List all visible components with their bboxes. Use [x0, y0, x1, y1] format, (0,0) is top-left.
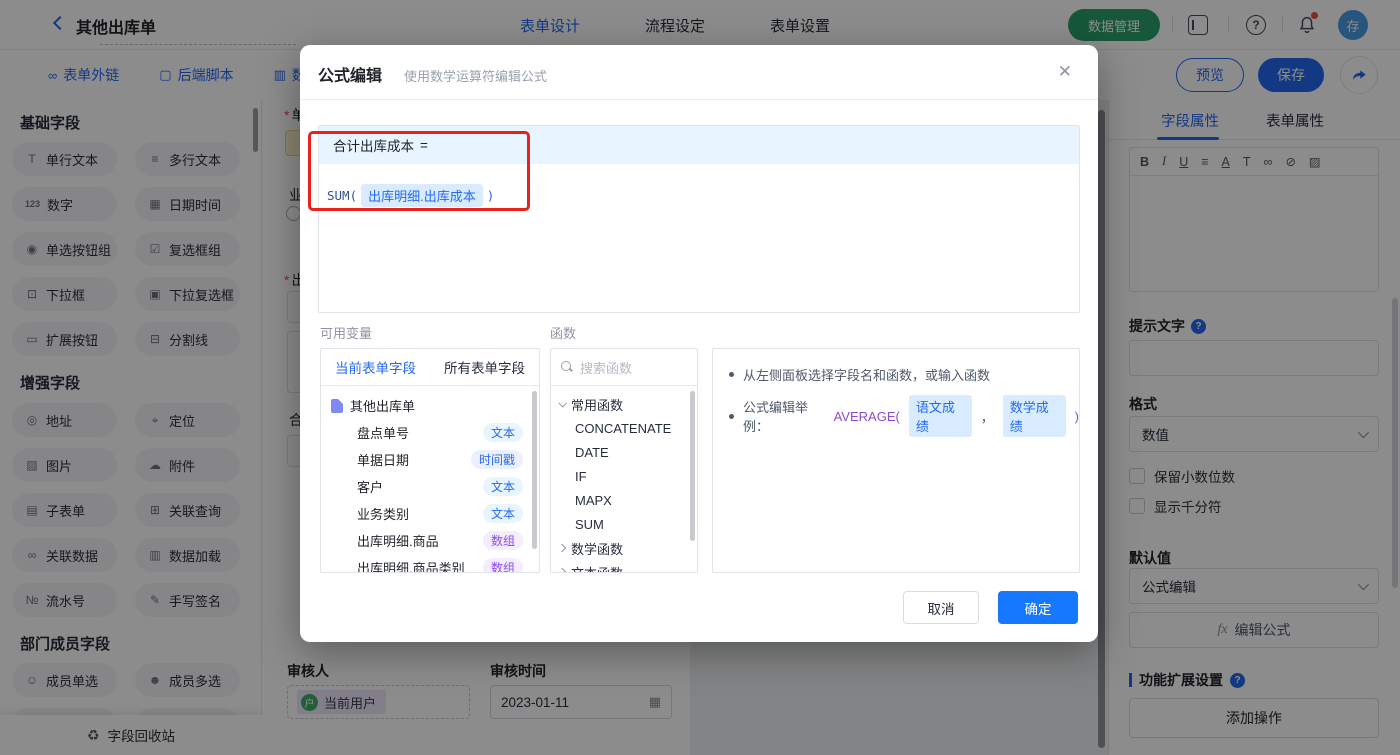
variables-scrollbar-thumb[interactable] [532, 391, 537, 549]
variable-row[interactable]: 客户 文本 [331, 473, 531, 500]
confirm-button[interactable]: 确定 [998, 591, 1078, 624]
field-chip[interactable]: 出库明细.出库成本 [361, 184, 483, 207]
modal-header: 公式编辑 使用数学运算符编辑公式 ✕ [300, 45, 1098, 100]
example-field-chip: 数学成绩 [1002, 395, 1066, 437]
formula-edit-modal: 公式编辑 使用数学运算符编辑公式 ✕ 合计出库成本 = SUM( 出库明细.出库… [300, 45, 1098, 642]
hints-panel: 从左侧面板选择字段名和函数，或输入函数 公式编辑举例： AVERAGE( 语文成… [712, 348, 1080, 573]
form-designer-app: 其他出库单 表单设计 流程设定 表单设置 数据管理 存 ∞ 表单外链 ▢ [0, 0, 1400, 755]
bullet-icon [729, 372, 734, 377]
variables-label: 可用变量 [320, 326, 373, 341]
formula-expression[interactable]: SUM( 出库明细.出库成本 ) [319, 164, 1079, 207]
formula-function-token: SUM( [327, 188, 358, 203]
functions-scrollbar-thumb[interactable] [690, 391, 695, 541]
type-badge: 数组 [482, 531, 523, 550]
type-badge: 数组 [482, 558, 523, 572]
formula-target-field: 合计出库成本 [333, 139, 414, 154]
variable-row[interactable]: 盘点单号 文本 [331, 419, 531, 446]
function-group-text[interactable]: 文本函数 [551, 560, 697, 572]
variable-row[interactable]: 业务类别 文本 [331, 500, 531, 527]
example-close-paren: ) [1074, 408, 1080, 424]
variable-row[interactable]: 出库明细.商品类别 数组 [331, 554, 531, 572]
equals-sign: = [420, 137, 428, 153]
function-search-input[interactable]: 搜索函数 [580, 358, 632, 377]
tree-root-node[interactable]: 其他出库单 [331, 392, 531, 419]
variable-row[interactable]: 单据日期 时间戳 [331, 446, 531, 473]
modal-subtitle: 使用数学运算符编辑公式 [404, 69, 548, 84]
type-badge: 文本 [482, 477, 523, 496]
function-search-row: 搜索函数 [551, 349, 697, 386]
close-icon[interactable]: ✕ [1058, 62, 1072, 82]
variable-row[interactable]: 出库明细.商品 数组 [331, 527, 531, 554]
example-field-chip: 语文成绩 [908, 395, 972, 437]
chevron-right-icon [557, 543, 567, 553]
formula-editor[interactable]: 合计出库成本 = SUM( 出库明细.出库成本 ) [318, 125, 1080, 313]
function-item[interactable]: DATE [551, 440, 697, 464]
function-item[interactable]: IF [551, 464, 697, 488]
modal-title: 公式编辑 [318, 68, 383, 85]
chevron-right-icon [557, 567, 567, 572]
variables-tabs: 当前表单字段 所有表单字段 [321, 349, 539, 386]
cancel-button[interactable]: 取消 [903, 591, 979, 624]
variables-panel: 当前表单字段 所有表单字段 其他出库单 盘点单号 文本 单据日期 时间戳 客户 [320, 348, 540, 573]
type-badge: 文本 [482, 504, 523, 523]
function-item[interactable]: SUM [551, 512, 697, 536]
functions-panel: 搜索函数 常用函数 CONCATENATE DATE IF MAPX SUM 数… [550, 348, 698, 573]
type-badge: 时间戳 [470, 450, 523, 469]
function-item[interactable]: CONCATENATE [551, 416, 697, 440]
search-icon [561, 361, 573, 373]
hint-line-1: 从左侧面板选择字段名和函数，或输入函数 [729, 365, 990, 384]
form-doc-icon [331, 398, 343, 413]
type-badge: 文本 [482, 423, 523, 442]
hint-line-2: 公式编辑举例： AVERAGE( 语文成绩 ， 数学成绩 ) [729, 395, 1079, 437]
variables-tree: 其他出库单 盘点单号 文本 单据日期 时间戳 客户 文本 业务类别 文本 出库明… [321, 386, 539, 572]
functions-label: 函数 [550, 326, 577, 341]
function-item[interactable]: MAPX [551, 488, 697, 512]
function-group-common[interactable]: 常用函数 [551, 392, 697, 416]
tab-all-form-fields[interactable]: 所有表单字段 [444, 357, 525, 377]
close-paren: ) [486, 188, 495, 203]
function-group-math[interactable]: 数学函数 [551, 536, 697, 560]
chevron-down-icon [558, 399, 567, 408]
example-function-token: AVERAGE( [833, 408, 900, 424]
bullet-icon [729, 413, 734, 419]
formula-target-row: 合计出库成本 = [319, 126, 1079, 164]
tab-current-form-fields[interactable]: 当前表单字段 [335, 357, 416, 377]
